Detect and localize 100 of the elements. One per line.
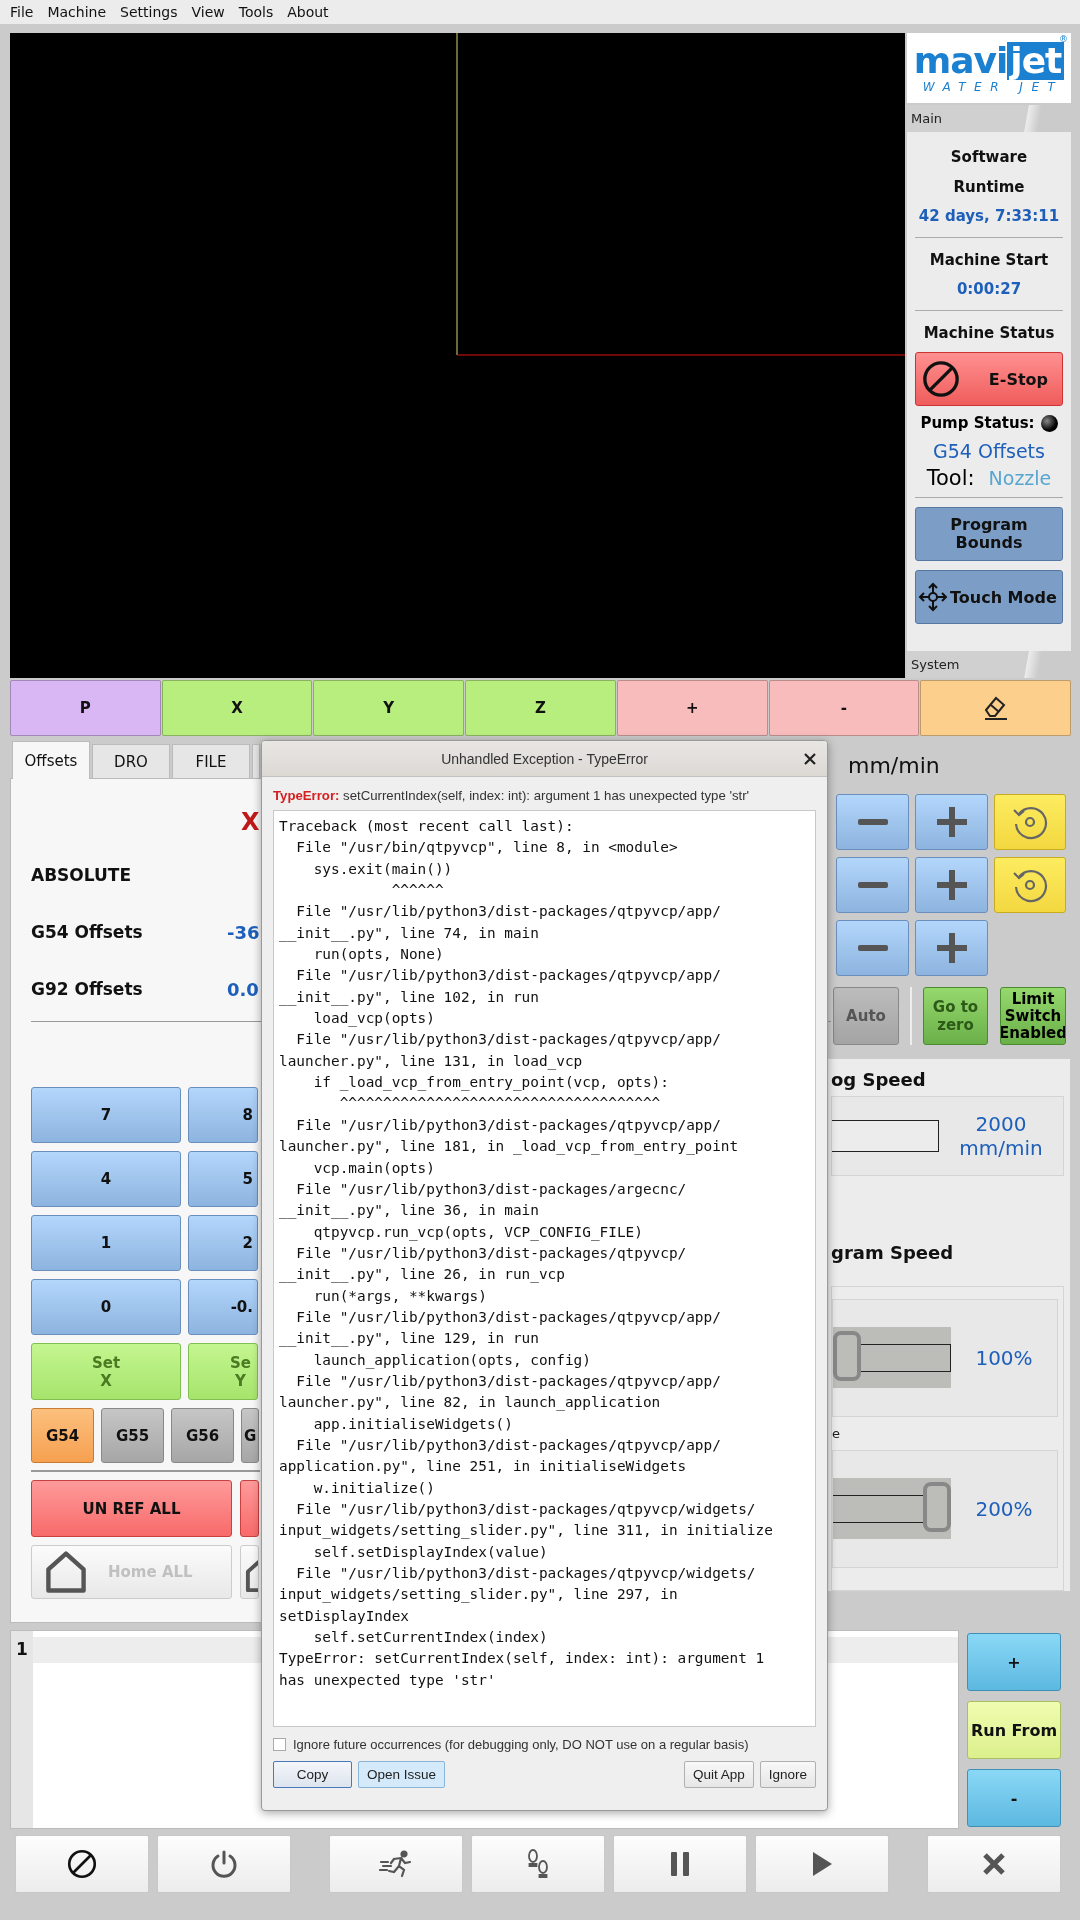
keypad-key[interactable]: 1 (31, 1215, 181, 1271)
stop-button[interactable] (15, 1835, 149, 1893)
coordinate-system-button[interactable]: G (241, 1408, 259, 1463)
dialog-button[interactable]: Copy (273, 1761, 352, 1788)
program-bounds-button[interactable]: Program Bounds (915, 507, 1063, 561)
coordinate-system-button[interactable]: G56 (171, 1408, 234, 1463)
jog-speed-title: og Speed (831, 1069, 927, 1091)
program-speed-title: gram Speed (831, 1241, 955, 1263)
keypad-key[interactable]: 0 (31, 1279, 181, 1335)
runtime-label: Software Runtime (949, 147, 1029, 198)
dialog-button[interactable]: Quit App (683, 1761, 754, 1788)
jog-button[interactable]: - (768, 680, 920, 736)
keypad-key[interactable]: 5 (188, 1151, 258, 1207)
offset-value: -36 (227, 921, 260, 943)
limit-switch-button[interactable]: Limit Switch Enabled (1000, 987, 1066, 1045)
power-button[interactable] (157, 1835, 291, 1893)
override-reading: 100% (974, 1345, 1034, 1370)
play-icon (811, 1851, 833, 1877)
menu-item[interactable]: Tools (231, 4, 281, 20)
plus-icon (936, 807, 967, 837)
pause-icon (669, 1851, 691, 1877)
axis-label: X (241, 807, 261, 837)
keypad-key[interactable]: 2 (188, 1215, 258, 1271)
machine-status-label: Machine Status (923, 323, 1055, 344)
house-icon (44, 1550, 88, 1594)
jog-units-label: mm/min (848, 753, 941, 779)
minus-icon (857, 945, 888, 951)
override-slider[interactable] (833, 1478, 951, 1540)
keypad-key[interactable]: 8 (188, 1087, 258, 1143)
reset-button[interactable] (994, 794, 1066, 850)
minus-icon (857, 882, 888, 888)
run-button[interactable] (329, 1835, 463, 1893)
tab[interactable]: DRO (92, 744, 170, 778)
jog-button[interactable]: + (616, 680, 768, 736)
runtime-value: 42 days, 7:33:11 (918, 206, 1060, 227)
dialog-title: Unhandled Exception - TypeError (441, 750, 648, 767)
menu-item[interactable]: About (280, 4, 336, 20)
slider-thumb[interactable] (923, 1482, 951, 1533)
pause-button[interactable] (613, 1835, 747, 1893)
offset-label: G92 Offsets (31, 979, 144, 999)
tool-label: Tool: (926, 466, 975, 490)
dialog-button[interactable]: Open Issue (358, 1761, 446, 1788)
go-to-zero-button[interactable]: Go to zero (923, 987, 988, 1045)
jog-button[interactable]: P (10, 680, 161, 736)
pump-status-label: Pump Status: (920, 414, 1035, 432)
jog-speed-reading: 2000 mm/min (958, 1111, 1044, 1160)
offsets-label: G54 Offsets (933, 440, 1045, 462)
machine-start-value: 0:00:27 (956, 279, 1022, 300)
jog-button[interactable]: Y (313, 680, 465, 736)
unref-all-button[interactable]: UN REF ALL (31, 1480, 232, 1537)
run-from-button[interactable]: Run From (967, 1701, 1061, 1759)
menu-item[interactable]: Settings (113, 4, 185, 20)
menu-item[interactable]: View (184, 4, 232, 20)
coordinate-system-button[interactable]: G54 (31, 1408, 94, 1463)
override-slider[interactable] (833, 1327, 951, 1389)
set-axis-button[interactable]: Se Y (188, 1343, 258, 1400)
jog-button[interactable]: X (161, 680, 313, 736)
stop-icon (922, 360, 960, 398)
error-message: TypeError: setCurrentIndex(self, index: int): argument 1 has unexpected type 'str' (273, 788, 751, 805)
offset-label: ABSOLUTE (31, 865, 133, 885)
checkbox-label: Ignore future occurrences (for debugging only, DO NOT use on a regular basis) (293, 1737, 749, 1752)
jog-button[interactable]: Z (465, 680, 616, 736)
jog-plus-button[interactable] (915, 857, 988, 913)
keypad-key[interactable]: 4 (31, 1151, 181, 1207)
jog-minus-button[interactable] (836, 794, 909, 850)
step-button[interactable]: - (967, 1769, 1061, 1827)
close-icon (982, 1852, 1006, 1876)
tab[interactable]: Offsets (12, 741, 90, 779)
clear-button[interactable] (920, 680, 1072, 736)
reset-button[interactable] (994, 857, 1066, 913)
abort-button[interactable] (927, 1835, 1061, 1893)
jog-plus-button[interactable] (915, 920, 988, 976)
running-figure-icon (379, 1850, 413, 1878)
estop-button[interactable]: E-Stop (915, 352, 1063, 406)
move-arrows-icon (918, 582, 948, 612)
unref-button[interactable] (240, 1480, 259, 1537)
keypad-key[interactable]: 7 (31, 1087, 181, 1143)
home-button[interactable] (240, 1545, 259, 1599)
touch-mode-button[interactable]: Touch Mode (915, 570, 1063, 624)
minus-icon (857, 819, 888, 825)
power-icon (209, 1849, 239, 1879)
dialog-button[interactable]: Ignore (759, 1761, 816, 1788)
keypad-key[interactable]: -0. (188, 1279, 258, 1335)
logo: mavijet WATER JET ® (907, 33, 1071, 103)
menu-item[interactable]: Machine (40, 4, 114, 20)
jog-minus-button[interactable] (836, 920, 909, 976)
jog-minus-button[interactable] (836, 857, 909, 913)
override-reading: 200% (974, 1496, 1034, 1521)
slider-thumb[interactable] (833, 1331, 861, 1382)
tab[interactable]: FILE (172, 744, 250, 778)
jog-plus-button[interactable] (915, 794, 988, 850)
plus-icon (936, 870, 967, 900)
play-button[interactable] (755, 1835, 889, 1893)
step-button[interactable]: + (967, 1633, 1061, 1691)
close-icon[interactable] (804, 753, 816, 765)
set-axis-button[interactable]: Set X (31, 1343, 181, 1400)
step-button[interactable] (471, 1835, 605, 1893)
ignore-checkbox[interactable] (273, 1738, 286, 1751)
coordinate-system-button[interactable]: G55 (101, 1408, 164, 1463)
menu-item[interactable]: File (3, 4, 41, 20)
